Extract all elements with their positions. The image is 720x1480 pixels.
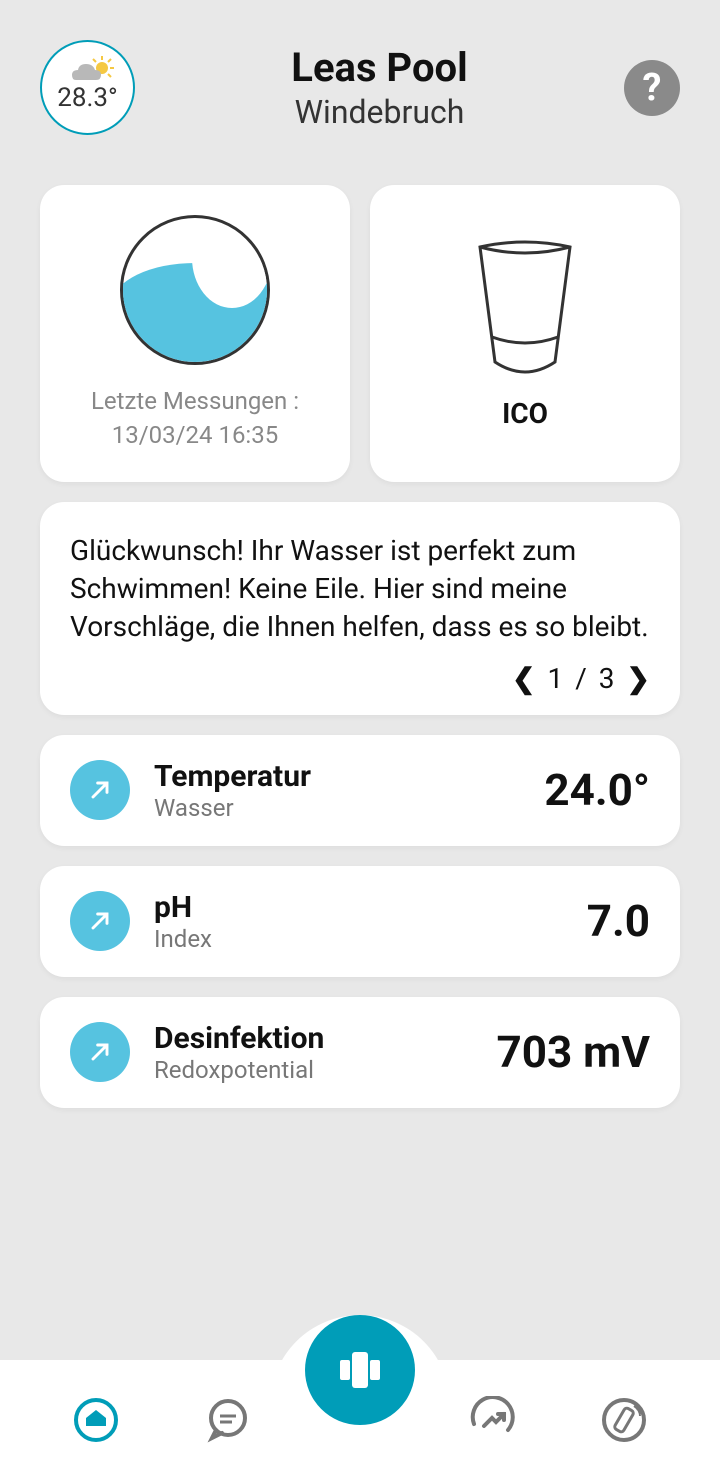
arrow-up-right-icon <box>70 760 130 820</box>
pager-sep: / <box>575 662 587 695</box>
metric-value: 7.0 <box>587 895 650 947</box>
pool-level-icon <box>120 215 270 365</box>
weather-badge[interactable]: 28.3° <box>40 40 135 135</box>
metric-title: Temperatur <box>154 759 544 794</box>
header: 28.3° Leas Pool Windebruch ? <box>0 0 720 155</box>
nav-trends[interactable] <box>462 1390 522 1450</box>
metric-title: pH <box>154 890 587 925</box>
help-button[interactable]: ? <box>624 60 680 116</box>
nav-home[interactable] <box>66 1390 126 1450</box>
metric-sub: Index <box>154 925 587 953</box>
nav-chat[interactable] <box>198 1390 258 1450</box>
device-label: ICO <box>502 397 548 430</box>
measurement-label: Letzte Messungen : 13/03/24 16:35 <box>91 385 299 452</box>
arrow-up-right-icon <box>70 1022 130 1082</box>
arrow-up-right-icon <box>70 891 130 951</box>
pager-total: 3 <box>599 662 615 695</box>
metric-title: Desinfektion <box>154 1021 496 1056</box>
metric-value: 24.0° <box>544 764 650 816</box>
metric-disinfection[interactable]: Desinfektion Redoxpotential 703 mV <box>40 997 680 1108</box>
measurement-time: 13/03/24 16:35 <box>112 421 278 449</box>
page-title: Leas Pool <box>135 44 624 91</box>
sun-cloud-icon <box>68 56 118 88</box>
question-icon: ? <box>643 66 662 110</box>
message-card: Glückwunsch! Ihr Wasser ist perfekt zum … <box>40 502 680 714</box>
metric-temperature[interactable]: Temperatur Wasser 24.0° <box>40 735 680 846</box>
next-message-button[interactable]: ❯ <box>627 662 650 695</box>
nav-remote[interactable] <box>594 1390 654 1450</box>
page-subtitle: Windebruch <box>135 93 624 131</box>
metric-sub: Wasser <box>154 794 544 822</box>
columns-icon <box>330 1340 390 1400</box>
pool-status-card[interactable]: Letzte Messungen : 13/03/24 16:35 <box>40 185 350 482</box>
message-text: Glückwunsch! Ihr Wasser ist perfekt zum … <box>70 532 650 645</box>
prev-message-button[interactable]: ❮ <box>512 662 535 695</box>
title-block: Leas Pool Windebruch <box>135 44 624 131</box>
device-card[interactable]: ICO <box>370 185 680 482</box>
metric-ph[interactable]: pH Index 7.0 <box>40 866 680 977</box>
center-action-button[interactable] <box>305 1315 415 1425</box>
ico-device-icon <box>470 237 580 377</box>
metric-value: 703 mV <box>496 1026 650 1078</box>
pager-current: 1 <box>547 662 563 695</box>
metric-sub: Redoxpotential <box>154 1056 496 1084</box>
message-pager: ❮ 1 / 3 ❯ <box>70 662 650 695</box>
